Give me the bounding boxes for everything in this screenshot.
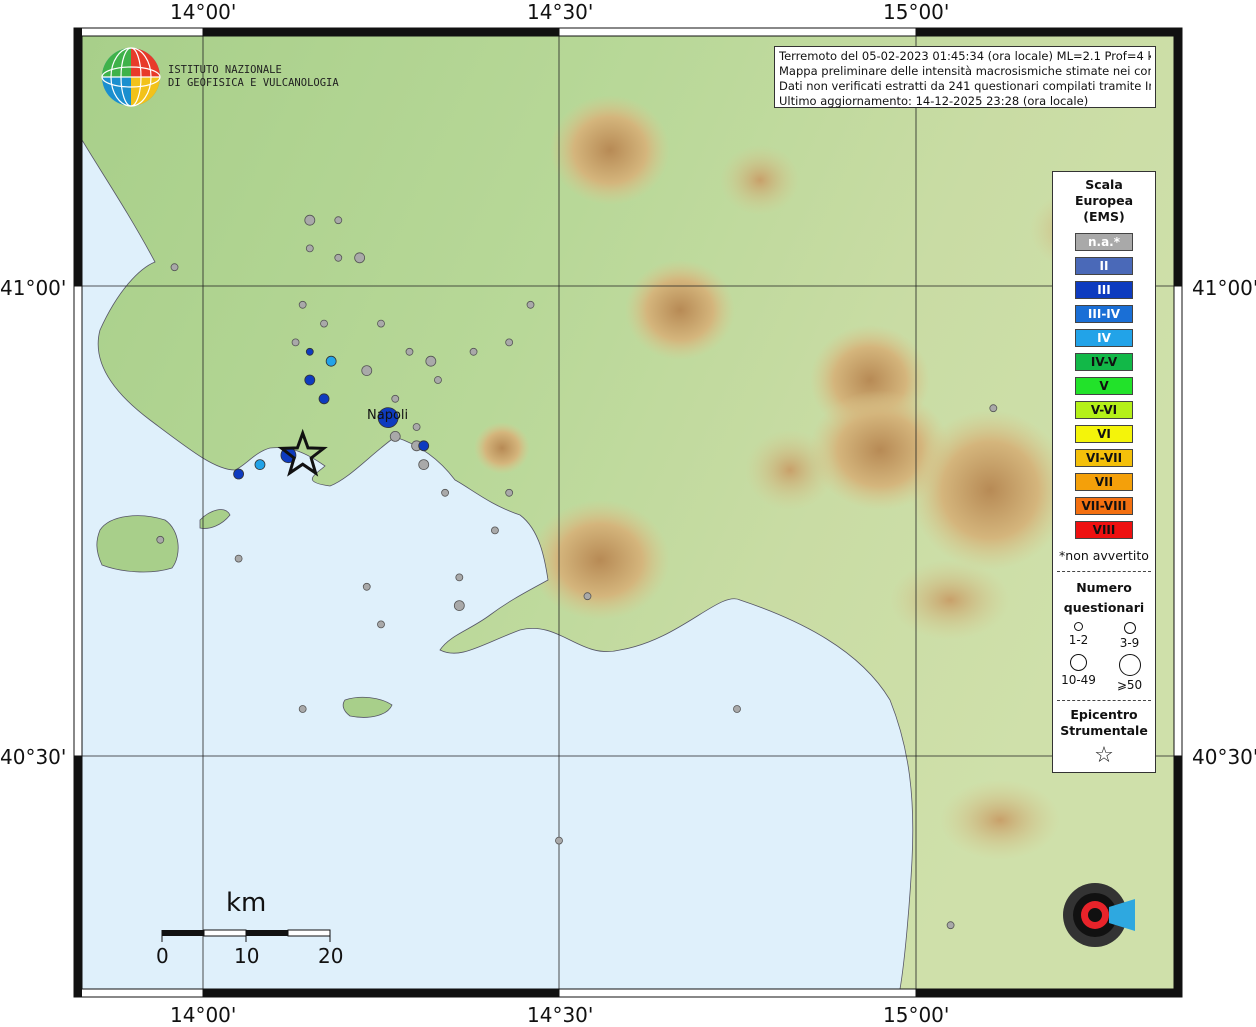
scale-tick: 0 — [156, 944, 169, 968]
legend-class-swatch: n.a.* — [1075, 233, 1133, 251]
point-not-felt — [469, 347, 478, 356]
city-label-napoli: Napoli — [367, 408, 409, 423]
ingv-logo — [101, 47, 161, 107]
legend-class-swatch: III-IV — [1075, 305, 1133, 323]
point-not-felt — [555, 836, 563, 845]
point-intensity — [254, 459, 266, 471]
lon-label-bottom: 15°00' — [883, 1003, 950, 1027]
point-not-felt — [298, 300, 307, 309]
point-not-felt — [733, 705, 741, 713]
lon-label-bottom: 14°00' — [170, 1003, 237, 1027]
legend-class-swatch: VIII — [1075, 521, 1133, 539]
lon-label-top: 15°00' — [883, 0, 950, 24]
legend-class-swatch: IV-V — [1075, 353, 1133, 371]
point-not-felt — [526, 300, 535, 309]
point-not-felt — [305, 244, 314, 253]
lon-label-top: 14°30' — [527, 0, 594, 24]
point-not-felt — [354, 252, 366, 264]
legend-title: Scala Europea (EMS) — [1074, 177, 1134, 224]
point-not-felt — [304, 214, 316, 226]
point-intensity — [418, 440, 430, 452]
legend-divider — [1057, 571, 1151, 572]
point-not-felt — [989, 404, 998, 413]
point-intensity — [325, 355, 337, 367]
point-not-felt — [361, 365, 373, 377]
point-not-felt — [583, 592, 592, 601]
size-class: 1-2 — [1053, 622, 1104, 650]
size-class: ⩾50 — [1104, 654, 1155, 692]
legend-note: *non avvertito — [1059, 548, 1149, 563]
point-not-felt — [505, 488, 514, 497]
point-intensity — [304, 374, 316, 386]
point-not-felt — [389, 430, 401, 442]
point-not-felt — [455, 573, 464, 582]
legend-class-swatch: III — [1075, 281, 1133, 299]
epicenter-title: Epicentro Strumentale — [1060, 707, 1148, 738]
count-sizes: 1-2 3-9 10-49 ⩾50 — [1053, 622, 1155, 692]
point-not-felt — [453, 600, 465, 611]
point-not-felt — [320, 319, 328, 328]
event-info-line: Dati non verificati estratti da 241 ques… — [779, 79, 1151, 93]
scale-tick: 10 — [234, 944, 260, 968]
point-intensity — [305, 347, 314, 356]
epicenter-star-icon: ☆ — [1094, 743, 1114, 768]
event-info-line: Mappa preliminare delle intensità macros… — [779, 64, 1151, 78]
scale-tick: 20 — [318, 944, 344, 968]
legend-classes: n.a.* II III III-IV IV IV-V V V-VI VI VI-VII VII VI… — [1053, 233, 1155, 539]
point-not-felt — [412, 423, 421, 431]
lon-label-bottom: 14°30' — [527, 1003, 594, 1027]
legend-class-swatch: V — [1075, 377, 1133, 395]
point-not-felt — [170, 263, 179, 272]
lat-label-right: 41°00' — [1192, 276, 1256, 300]
point-not-felt — [505, 338, 514, 347]
event-info-line: Terremoto del 05-02-2023 01:45:34 (ora l… — [779, 49, 1151, 63]
institute-name: ISTITUTO NAZIONALE DI GEOFISICA E VULCAN… — [168, 64, 339, 89]
ischia-island — [96, 515, 179, 573]
legend-class-swatch: VI-VII — [1075, 449, 1133, 467]
count-title: Numero questionari — [1063, 580, 1145, 615]
legend-class-swatch: VII-VIII — [1075, 497, 1133, 515]
point-not-felt — [334, 216, 343, 225]
point-not-felt — [946, 921, 955, 930]
point-not-felt — [377, 319, 385, 328]
point-not-felt — [434, 376, 442, 384]
legend-panel: Scala Europea (EMS) n.a.* II III III-IV IV IV… — [1052, 171, 1156, 773]
point-not-felt — [291, 338, 300, 347]
point-not-felt — [491, 526, 499, 535]
point-intensity — [318, 393, 330, 405]
event-info-box: Terremoto del 05-02-2023 01:45:34 (ora l… — [774, 46, 1156, 108]
point-intensity — [233, 468, 245, 480]
legend-class-swatch: VI — [1075, 425, 1133, 443]
legend-class-swatch: II — [1075, 257, 1133, 275]
scale-title: km — [226, 888, 267, 918]
lat-label-left: 41°00' — [0, 276, 67, 300]
point-not-felt — [405, 347, 414, 356]
point-not-felt — [156, 535, 165, 544]
lon-label-top: 14°00' — [170, 0, 237, 24]
point-not-felt — [441, 488, 449, 497]
event-info-line: Ultimo aggiornamento: 14-12-2025 23:28 (… — [779, 94, 1089, 108]
legend-divider — [1057, 700, 1151, 701]
lat-label-left: 40°30' — [0, 745, 67, 769]
point-not-felt — [234, 554, 243, 563]
legend-class-swatch: V-VI — [1075, 401, 1133, 419]
point-not-felt — [298, 705, 307, 713]
size-class: 10-49 — [1053, 654, 1104, 692]
legend-class-swatch: VII — [1075, 473, 1133, 491]
legend-class-swatch: IV — [1075, 329, 1133, 347]
point-not-felt — [377, 620, 385, 629]
size-class: 3-9 — [1104, 622, 1155, 650]
point-not-felt — [362, 582, 371, 591]
point-not-felt — [391, 394, 400, 403]
point-not-felt — [425, 355, 437, 367]
lat-label-right: 40°30' — [1192, 745, 1256, 769]
point-not-felt — [334, 253, 343, 262]
point-not-felt — [418, 459, 430, 471]
